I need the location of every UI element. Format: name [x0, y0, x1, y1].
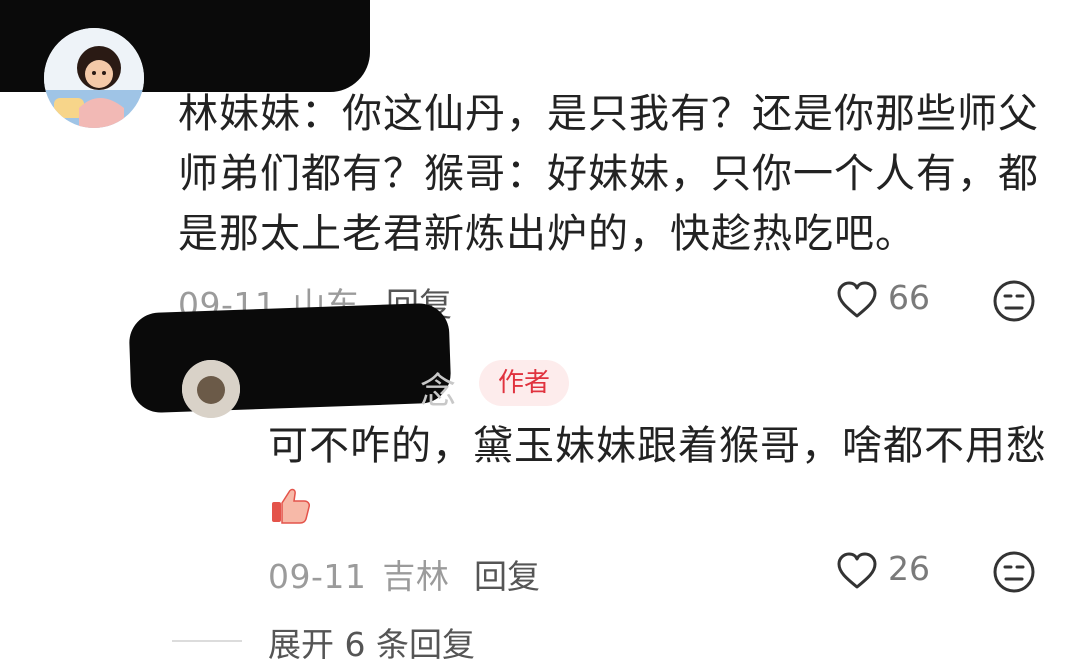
divider — [172, 640, 242, 642]
neutral-face-icon[interactable] — [992, 550, 1036, 594]
heart-outline-icon[interactable] — [836, 280, 878, 320]
comment-text-line: 是那太上老君新炼出炉的，快趁热吃吧。 — [178, 211, 916, 257]
like-count: 26 — [888, 549, 930, 588]
reply-meta: 09-11 吉林 — [268, 550, 449, 598]
heart-outline-icon[interactable] — [836, 551, 878, 591]
neutral-face-icon[interactable] — [992, 279, 1036, 323]
reply-text: 可不咋的，黛玉妹妹跟着猴哥，啥都不用愁 — [268, 423, 1047, 469]
like-count: 66 — [888, 278, 930, 317]
expand-replies-button[interactable]: 展开 6 条回复 — [268, 618, 475, 666]
avatar[interactable] — [182, 360, 240, 418]
reply-location: 吉林 — [382, 557, 450, 596]
thumbs-up-emoji — [270, 484, 312, 526]
reply-date: 09-11 — [268, 557, 367, 596]
reply-button[interactable]: 回复 — [474, 550, 540, 598]
author-badge: 作者 — [479, 360, 569, 406]
comment-text-line: 师弟们都有？猴哥：好妹妹，只你一个人有，都 — [178, 151, 1039, 197]
redaction-scribble — [128, 302, 452, 414]
author-name[interactable]: 念 — [420, 362, 456, 414]
comment-body: 林妹妹：你这仙丹，是只我有？还是你那些师父 师弟们都有？猴哥：好妹妹，只你一个人… — [178, 84, 1058, 264]
avatar[interactable] — [44, 28, 144, 128]
comment-text-line: 林妹妹：你这仙丹，是只我有？还是你那些师父 — [178, 91, 1039, 137]
